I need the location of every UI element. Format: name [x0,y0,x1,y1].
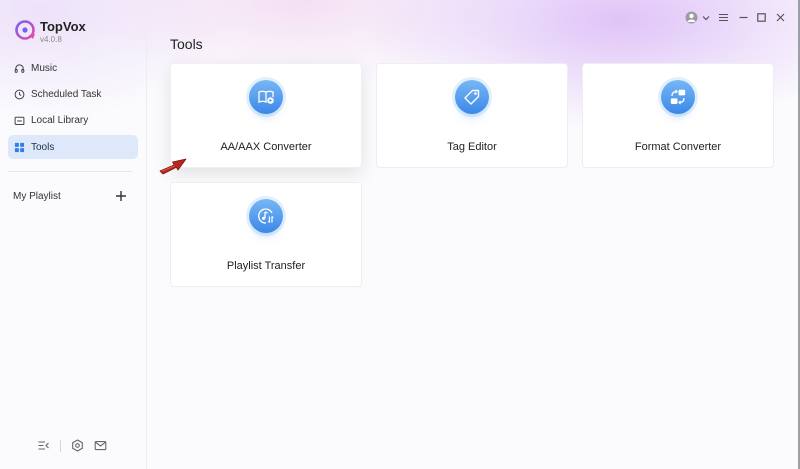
chevron-down-icon[interactable] [702,14,710,22]
music-transfer-icon [249,199,283,233]
close-icon[interactable] [775,12,786,23]
add-playlist-icon[interactable] [114,189,128,203]
audiobook-icon [249,80,283,114]
tag-icon [455,80,489,114]
page-title: Tools [170,36,203,52]
sidebar-item-local-library[interactable]: Local Library [8,108,138,132]
tool-card-format-converter[interactable]: Format Converter [582,63,774,168]
topvox-logo-icon [15,20,35,40]
app-name: TopVox [40,19,86,34]
sidebar-item-tools[interactable]: Tools [8,135,138,159]
pointer-arrow-icon [159,158,187,175]
sidebar-divider [8,171,132,172]
sidebar: TopVox v4.0.8 Music Scheduled Task Local… [0,0,147,469]
tool-card-label: Format Converter [634,141,722,153]
app-version: v4.0.8 [40,35,62,44]
sidebar-item-label: Local Library [31,114,89,126]
tool-card-label: Playlist Transfer [226,260,306,272]
sidebar-item-label: Scheduled Task [31,88,102,100]
app-window: TopVox v4.0.8 Music Scheduled Task Local… [0,0,800,469]
format-convert-icon [661,80,695,114]
sidebar-item-scheduled-task[interactable]: Scheduled Task [8,82,138,106]
grid-icon [14,142,25,153]
my-playlist-label: My Playlist [13,191,61,202]
hamburger-menu-icon[interactable] [718,12,729,23]
maximize-icon[interactable] [756,12,767,23]
tool-card-tag-editor[interactable]: Tag Editor [376,63,568,168]
tool-card-aa-aax-converter[interactable]: AA/AAX Converter [170,63,362,168]
sidebar-item-music[interactable]: Music [8,56,138,80]
tool-card-playlist-transfer[interactable]: Playlist Transfer [170,182,362,287]
footer-divider [60,440,61,452]
headphones-icon [14,63,25,74]
user-avatar-icon[interactable] [685,11,698,24]
folder-icon [14,115,25,126]
mail-icon[interactable] [94,439,107,452]
sidebar-item-label: Tools [31,141,55,153]
tool-card-label: AA/AAX Converter [220,141,312,153]
clock-icon [14,89,25,100]
menu-collapse-icon[interactable] [37,439,50,452]
sidebar-item-label: Music [31,62,58,74]
minimize-icon[interactable] [738,12,749,23]
settings-hexagon-icon[interactable] [71,439,84,452]
tool-card-label: Tag Editor [447,141,497,153]
